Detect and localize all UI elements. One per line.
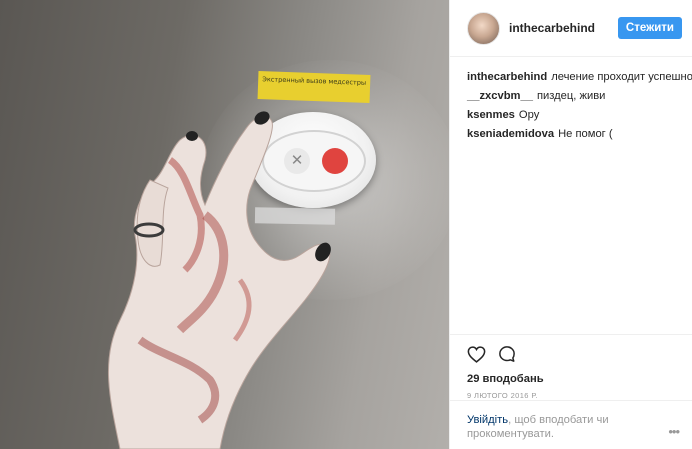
post-photo[interactable]: Экстренный вызов медсестры ✕ xyxy=(0,0,449,449)
hand-illustration xyxy=(107,111,331,449)
avatar[interactable] xyxy=(467,11,500,45)
comment-text: Ору xyxy=(518,109,540,121)
likes-count[interactable]: 29 вподобань xyxy=(467,373,675,385)
login-prompt: Увійдіть, щоб вподобати чи прокоментуват… xyxy=(450,400,692,441)
comments-list: inthecarbehind лечение проходит успешно _… xyxy=(450,57,692,144)
comment-username[interactable]: kseniademidova xyxy=(467,128,554,140)
login-link[interactable]: Увійдіть xyxy=(467,414,508,426)
comment-username[interactable]: ksenmes xyxy=(467,109,515,121)
comment-item: kseniademidova Не помог ( xyxy=(467,125,675,144)
comment-text: лечение проходит успешно xyxy=(551,71,692,83)
comment-text: Не помог ( xyxy=(558,128,613,140)
post-sidebar: inthecarbehind Стежити inthecarbehind леч… xyxy=(449,0,692,449)
comment-item: __zxcvbm__ пиздец, живи xyxy=(467,87,675,106)
comment-bubble-icon[interactable] xyxy=(498,345,516,363)
action-icons xyxy=(467,345,675,363)
post-actions: 29 вподобань 9 лютого 2016 р. xyxy=(450,334,692,400)
heart-icon[interactable] xyxy=(467,345,486,363)
more-options-icon[interactable]: ••• xyxy=(668,424,680,439)
instagram-post: Экстренный вызов медсестры ✕ inthecarbeh… xyxy=(0,0,692,449)
comment-username[interactable]: __zxcvbm__ xyxy=(467,90,533,102)
author-username[interactable]: inthecarbehind xyxy=(509,21,618,35)
comment-item: inthecarbehind лечение проходит успешно xyxy=(467,68,692,87)
comment-username[interactable]: inthecarbehind xyxy=(467,71,547,83)
post-date[interactable]: 9 лютого 2016 р. xyxy=(467,391,675,400)
follow-button[interactable]: Стежити xyxy=(617,17,682,39)
post-header: inthecarbehind Стежити xyxy=(450,0,692,57)
comment-text: пиздец, живи xyxy=(536,90,606,102)
comment-item: ksenmes Ору xyxy=(467,106,675,125)
